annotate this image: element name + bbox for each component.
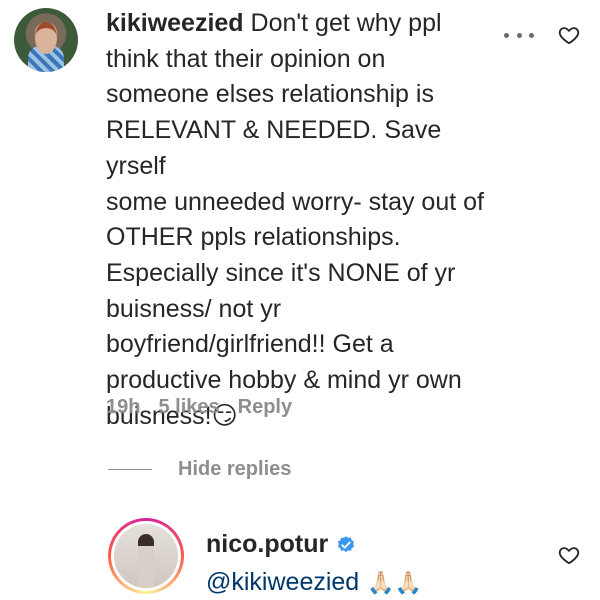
avatar-face [35,22,57,54]
reply-mention-link[interactable]: @kikiweezied [206,568,359,597]
reply-avatar [114,524,178,588]
verified-badge-icon [338,535,355,552]
comment-meta: 19h 5 likes Reply [106,396,292,419]
hide-replies-label[interactable]: Hide replies [178,458,291,481]
more-options-icon[interactable] [504,30,534,40]
reply-username[interactable]: nico.potur [206,530,328,559]
reply-body: @kikiweezied 🙏🏻🙏🏻 [206,568,422,597]
comment-text: Don't get why ppl think that their opini… [106,9,484,430]
comment-body: kikiweezied Don't get why ppl think that… [106,6,506,434]
comment-username[interactable]: kikiweezied [106,9,244,37]
hide-replies-toggle[interactable]: Hide replies [108,458,291,481]
avatar-figure [138,534,154,588]
reply-like-heart-icon[interactable] [558,544,580,566]
replies-divider [108,469,152,470]
like-heart-icon[interactable] [558,24,580,46]
comment-likes[interactable]: 5 likes [158,396,219,419]
praying-hands-icon: 🙏🏻🙏🏻 [367,569,423,595]
reply-button[interactable]: Reply [238,396,292,419]
commenter-avatar[interactable] [14,8,78,72]
reply-avatar-story-ring[interactable] [108,518,184,594]
reply-user: nico.potur [206,530,356,559]
comment-time: 19h [106,396,141,418]
